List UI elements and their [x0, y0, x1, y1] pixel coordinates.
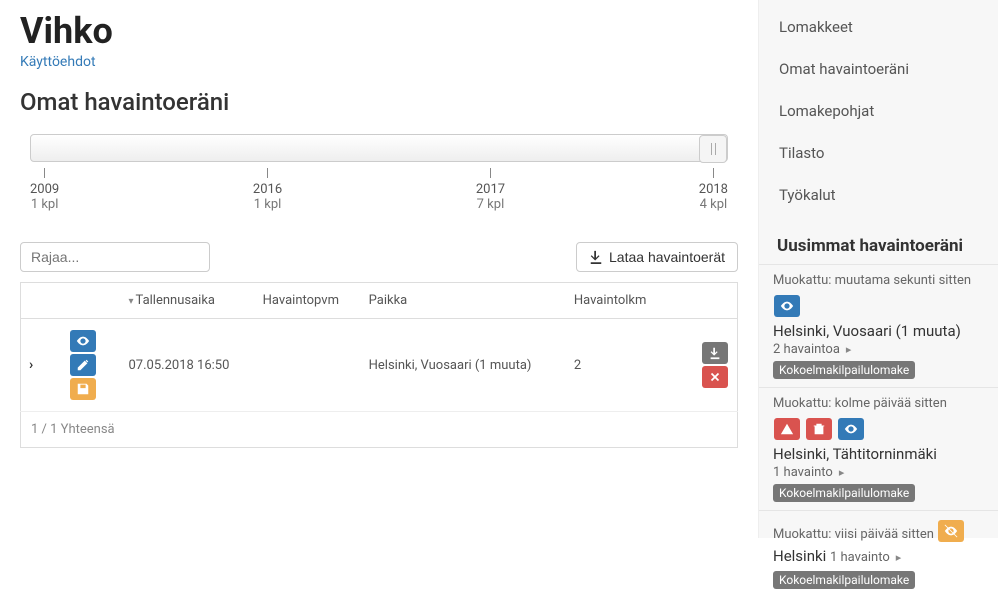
- col-place[interactable]: Paikka: [361, 283, 566, 319]
- sidebar-item[interactable]: Tilasto: [759, 132, 998, 174]
- download-icon[interactable]: [702, 342, 728, 364]
- warn-icon[interactable]: [774, 418, 800, 440]
- save-icon[interactable]: [70, 378, 96, 400]
- sidebar-item[interactable]: Lomakepohjat: [759, 90, 998, 132]
- sidebar-item[interactable]: Lomakkeet: [759, 6, 998, 48]
- card-sub[interactable]: 2 havaintoa: [773, 342, 851, 357]
- table-row: › 07.05.2018 16:50 Helsinki, Vuosaari (1…: [21, 319, 738, 412]
- table-footer: 1 / 1 Yhteensä: [20, 412, 738, 448]
- recent-card: Muokattu: kolme päivää sitten Helsinki, …: [759, 387, 998, 510]
- col-obsdate[interactable]: Havaintopvm: [255, 283, 361, 319]
- year-timeline: 20091 kpl 20161 kpl 20177 kpl 20184 kpl: [20, 134, 738, 212]
- observations-table: Tallennusaika Havaintopvm Paikka Havaint…: [20, 282, 738, 412]
- card-meta: Muokattu: kolme päivää sitten: [773, 396, 984, 411]
- cell-count: 2: [566, 319, 668, 412]
- timeline-tick[interactable]: 20091 kpl: [30, 168, 59, 212]
- eye-icon[interactable]: [838, 418, 864, 440]
- eye-icon[interactable]: [774, 295, 800, 317]
- cell-obsdate: [255, 319, 361, 412]
- trash-icon[interactable]: [806, 418, 832, 440]
- col-count[interactable]: Havaintolkm: [566, 283, 668, 319]
- card-sub[interactable]: 1 havainto: [773, 465, 844, 480]
- timeline-tick[interactable]: 20184 kpl: [699, 168, 728, 212]
- partial-icon[interactable]: [938, 520, 964, 542]
- card-title[interactable]: Helsinki 1 havainto: [773, 547, 984, 565]
- cell-saved: 07.05.2018 16:50: [121, 319, 255, 412]
- card-title[interactable]: Helsinki, Vuosaari (1 muuta): [773, 322, 984, 340]
- page-title: Vihko: [20, 10, 738, 52]
- edit-icon[interactable]: [70, 354, 96, 376]
- download-icon: [589, 250, 603, 264]
- year-slider-handle[interactable]: [699, 135, 727, 163]
- card-tag: Kokoelmakilpailulomake: [773, 484, 915, 502]
- card-sub[interactable]: 1 havainto: [830, 550, 901, 565]
- sidebar-item[interactable]: Työkalut: [759, 174, 998, 216]
- timeline-tick[interactable]: 20177 kpl: [476, 168, 505, 212]
- card-title[interactable]: Helsinki, Tähtitorninmäki: [773, 445, 984, 463]
- cell-place: Helsinki, Vuosaari (1 muuta): [361, 319, 566, 412]
- card-meta: Muokattu: viisi päivää sitten: [773, 519, 984, 543]
- recent-heading: Uusimmat havaintoeräni: [759, 222, 998, 264]
- card-tag: Kokoelmakilpailulomake: [773, 361, 915, 379]
- card-meta: Muokattu: muutama sekunti sitten: [773, 273, 984, 288]
- year-slider-track[interactable]: [30, 134, 728, 162]
- recent-card: Muokattu: viisi päivää sitten Helsinki 1…: [759, 510, 998, 597]
- filter-input[interactable]: [20, 242, 210, 272]
- sidebar-item[interactable]: Omat havaintoeräni: [759, 48, 998, 90]
- card-tag: Kokoelmakilpailulomake: [773, 571, 915, 589]
- eye-icon[interactable]: [70, 330, 96, 352]
- expand-row[interactable]: ›: [29, 357, 33, 373]
- section-title: Omat havaintoeräni: [20, 88, 738, 116]
- recent-card: Muokattu: muutama sekunti sitten Helsink…: [759, 264, 998, 387]
- download-button[interactable]: Lataa havaintoerät: [576, 242, 738, 272]
- timeline-tick[interactable]: 20161 kpl: [253, 168, 282, 212]
- terms-link[interactable]: Käyttöehdot: [20, 54, 96, 70]
- download-button-label: Lataa havaintoerät: [609, 249, 725, 265]
- col-saved[interactable]: Tallennusaika: [121, 283, 255, 319]
- delete-icon[interactable]: [702, 366, 728, 388]
